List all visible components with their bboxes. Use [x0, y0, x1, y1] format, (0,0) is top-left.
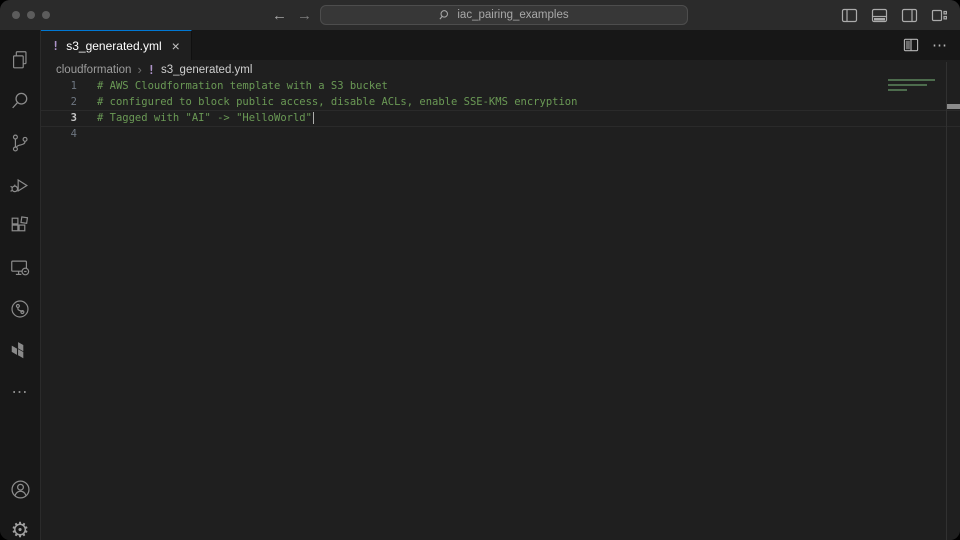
forward-icon[interactable]: → [297, 7, 312, 24]
zoom-window-button[interactable] [42, 11, 50, 19]
accounts-icon[interactable] [0, 469, 40, 509]
command-center-text: iac_pairing_examples [457, 9, 568, 21]
scrollbar-thumb[interactable] [947, 104, 960, 109]
overview-ruler [946, 62, 947, 540]
chevron-right-icon: › [137, 62, 141, 77]
yaml-file-icon: ! [52, 39, 59, 53]
search-icon [439, 9, 451, 21]
tab-s3-generated-yml[interactable]: ! s3_generated.yml × [41, 30, 192, 60]
tab-bar: ! s3_generated.yml × ⋯ [41, 30, 960, 60]
breadcrumb-file[interactable]: s3_generated.yml [161, 64, 252, 76]
window-controls [12, 11, 50, 19]
yaml-file-icon: ! [148, 63, 155, 77]
activity-bar: ⋯ ⚙ [0, 30, 41, 540]
line-number: 4 [41, 127, 77, 143]
line-text: # configured to block public access, dis… [77, 95, 577, 111]
command-center-search[interactable]: iac_pairing_examples [320, 5, 688, 25]
editor-group: ! s3_generated.yml × ⋯ cloudformation › … [41, 30, 960, 540]
toggle-panel-icon[interactable] [871, 7, 888, 24]
minimap-line [888, 84, 927, 86]
code-line-3-active[interactable]: 3 # Tagged with "AI" -> "HelloWorld" [41, 110, 960, 127]
remote-explorer-icon[interactable] [0, 248, 40, 288]
code-line-1[interactable]: 1 # AWS Cloudformation template with a S… [41, 79, 960, 95]
code-editor[interactable]: 1 # AWS Cloudformation template with a S… [41, 79, 960, 142]
additional-views-icon[interactable]: ⋯ [0, 372, 40, 412]
line-number: 1 [41, 79, 77, 95]
search-sidebar-icon[interactable] [0, 81, 40, 121]
explorer-icon[interactable] [0, 40, 40, 80]
minimap-line [888, 89, 907, 91]
line-number: 2 [41, 95, 77, 111]
source-control-icon[interactable] [0, 123, 40, 163]
title-bar: ← → iac_pairing_examples [0, 0, 960, 30]
vscode-window: ← → iac_pairing_examples [0, 0, 960, 540]
toggle-secondary-sidebar-icon[interactable] [901, 7, 918, 24]
split-editor-icon[interactable] [903, 37, 919, 53]
breadcrumb: cloudformation › ! s3_generated.yml [41, 60, 960, 79]
minimize-window-button[interactable] [27, 11, 35, 19]
tab-label: s3_generated.yml [66, 39, 161, 53]
line-text: # AWS Cloudformation template with a S3 … [77, 79, 388, 95]
breadcrumb-folder[interactable]: cloudformation [56, 64, 131, 76]
customize-layout-icon[interactable] [931, 7, 948, 24]
toggle-primary-sidebar-icon[interactable] [841, 7, 858, 24]
code-line-2[interactable]: 2 # configured to block public access, d… [41, 95, 960, 111]
extensions-icon[interactable] [0, 206, 40, 246]
close-window-button[interactable] [12, 11, 20, 19]
minimap-line [888, 79, 935, 81]
editor-actions-more-icon[interactable]: ⋯ [932, 38, 948, 53]
run-debug-icon[interactable] [0, 165, 40, 205]
terraform-icon[interactable] [0, 331, 40, 371]
back-icon[interactable]: ← [272, 7, 287, 24]
text-cursor [313, 112, 315, 124]
line-text: # Tagged with "AI" -> "HelloWorld" [77, 111, 312, 127]
gitlens-icon[interactable] [0, 289, 40, 329]
line-number: 3 [41, 111, 77, 127]
close-tab-icon[interactable]: × [172, 39, 180, 53]
settings-gear-icon[interactable]: ⚙ [0, 510, 40, 540]
code-line-4[interactable]: 4 [41, 127, 960, 143]
